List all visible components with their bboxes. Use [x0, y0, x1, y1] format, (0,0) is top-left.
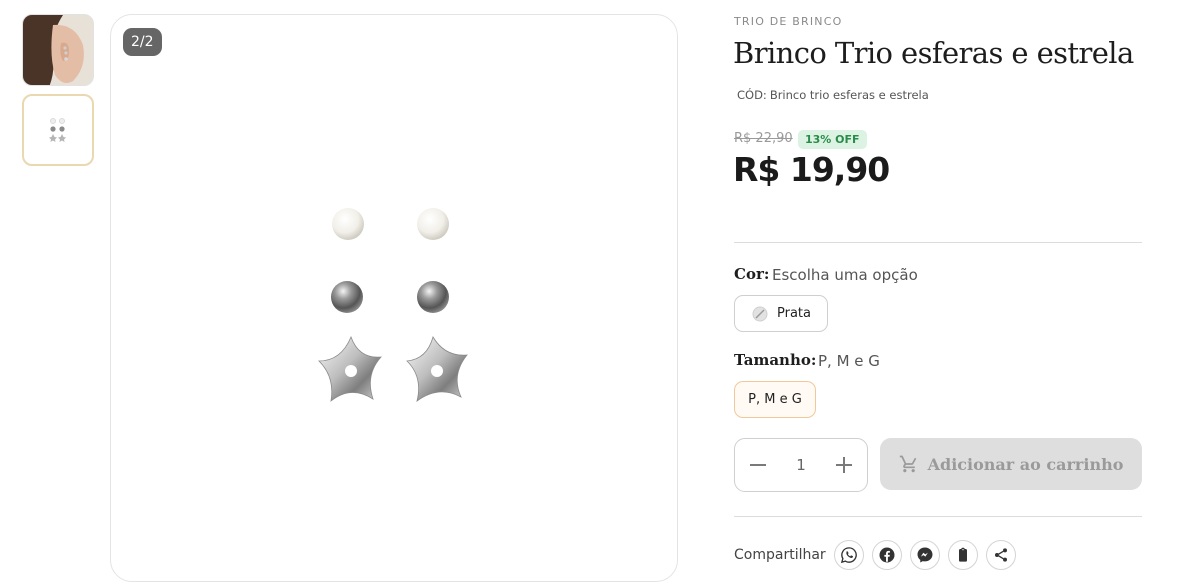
share-icon: [995, 548, 1007, 562]
color-choice-label: Prata: [777, 306, 811, 321]
earring-trio-thumbnail-icon: [49, 118, 66, 142]
share-messenger-button[interactable]: [910, 540, 940, 570]
product-title: Brinco Trio esferas e estrela: [733, 36, 1134, 70]
color-choice-prata[interactable]: Prata: [734, 295, 828, 332]
decrease-quantity-button[interactable]: [747, 454, 769, 476]
clipboard-icon: [959, 547, 967, 562]
current-price: R$ 19,90: [733, 150, 890, 189]
messenger-icon: [917, 547, 933, 563]
color-option-label: Cor:: [734, 265, 770, 283]
image-counter: 2/2: [123, 28, 162, 56]
share-more-button[interactable]: [986, 540, 1016, 570]
product-category: TRIO DE BRINCO: [734, 15, 843, 28]
discount-badge: 13% OFF: [798, 130, 867, 149]
product-sku: CÓD: Brinco trio esferas e estrela: [734, 88, 929, 102]
copy-link-button[interactable]: [948, 540, 978, 570]
size-option-label: Tamanho:: [734, 351, 817, 369]
old-price: R$ 22,90: [734, 131, 793, 146]
unavailable-swatch-icon: [752, 306, 768, 322]
plus-icon: [835, 457, 852, 473]
share-facebook-button[interactable]: [872, 540, 902, 570]
divider: [734, 516, 1142, 517]
sku-label: CÓD:: [737, 88, 767, 102]
increase-quantity-button[interactable]: [833, 454, 855, 476]
model-ear-photo-icon: [23, 15, 93, 85]
size-choice-label: P, M e G: [748, 392, 802, 407]
add-to-cart-button[interactable]: Adicionar ao carrinho: [880, 438, 1142, 490]
sku-value: Brinco trio esferas e estrela: [769, 88, 929, 102]
quantity-value[interactable]: 1: [796, 456, 806, 474]
minus-icon: [750, 464, 766, 466]
main-product-image[interactable]: 2/2: [110, 14, 678, 582]
thumbnail-model-photo[interactable]: [22, 14, 94, 86]
color-option-value: Escolha uma opção: [772, 266, 918, 284]
divider: [734, 242, 1142, 243]
thumbnail-product-photo[interactable]: [22, 94, 94, 166]
share-whatsapp-button[interactable]: [834, 540, 864, 570]
facebook-icon: [879, 547, 895, 563]
whatsapp-icon: [840, 547, 857, 564]
cart-icon: [899, 455, 916, 473]
earrings-photo: [318, 208, 468, 402]
size-choice-pmg[interactable]: P, M e G: [734, 381, 816, 418]
share-label: Compartilhar: [734, 547, 826, 563]
size-option-value: P, M e G: [818, 352, 880, 370]
add-to-cart-label: Adicionar ao carrinho: [927, 454, 1124, 474]
quantity-stepper: 1: [734, 438, 868, 492]
